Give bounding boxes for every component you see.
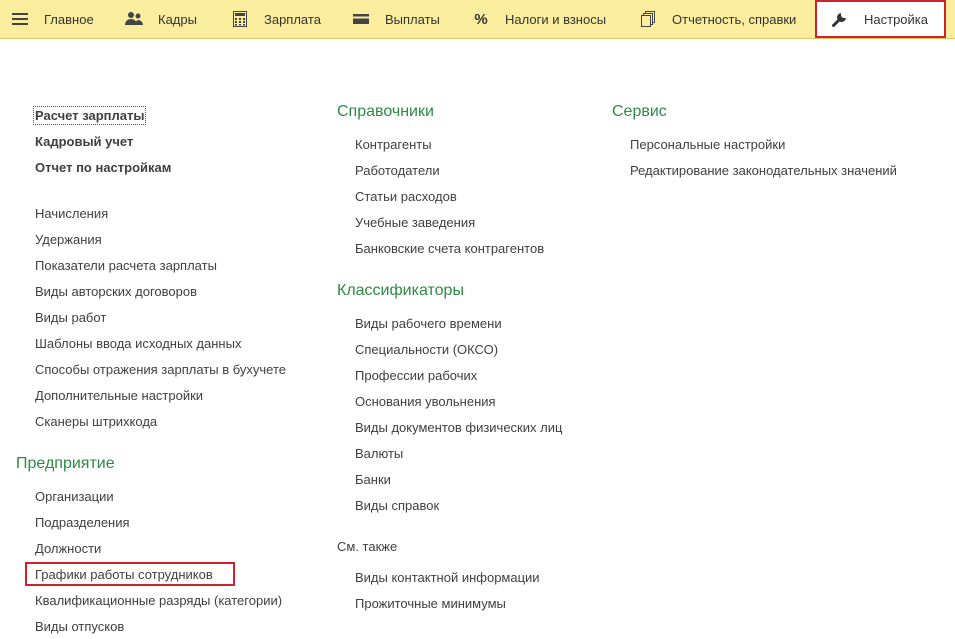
link-additional-settings[interactable]: Дополнительные настройки xyxy=(35,388,203,403)
tab-taxes[interactable]: % Налоги и взносы xyxy=(472,0,606,38)
link-specialties[interactable]: Специальности (ОКСО) xyxy=(355,342,498,357)
link-id-document-types[interactable]: Виды документов физических лиц xyxy=(355,420,562,435)
link-work-types[interactable]: Виды работ xyxy=(35,310,106,325)
link-personal-settings[interactable]: Персональные настройки xyxy=(630,137,785,152)
tab-label: Зарплата xyxy=(264,11,321,27)
tab-reports[interactable]: Отчетность, справки xyxy=(639,0,796,38)
calculator-icon xyxy=(231,10,249,28)
link-work-time-types[interactable]: Виды рабочего времени xyxy=(355,316,502,331)
menu-icon xyxy=(11,10,29,28)
link-educational-institutions[interactable]: Учебные заведения xyxy=(355,215,475,230)
tab-main[interactable]: Главное xyxy=(11,0,94,38)
link-worker-professions[interactable]: Профессии рабочих xyxy=(355,368,477,383)
link-input-templates[interactable]: Шаблоны ввода исходных данных xyxy=(35,336,241,351)
section-classifiers-title: Классификаторы xyxy=(337,282,464,299)
link-subsistence-minimums[interactable]: Прожиточные минимумы xyxy=(355,596,506,611)
link-currencies[interactable]: Валюты xyxy=(355,446,403,461)
wallet-icon xyxy=(352,10,370,28)
tab-label: Настройка xyxy=(864,11,928,27)
link-vacation-types[interactable]: Виды отпусков xyxy=(35,619,124,634)
link-expense-items[interactable]: Статьи расходов xyxy=(355,189,457,204)
link-employers[interactable]: Работодатели xyxy=(355,163,440,178)
link-qualification-grades[interactable]: Квалификационные разряды (категории) xyxy=(35,593,282,608)
link-banks[interactable]: Банки xyxy=(355,472,391,487)
tab-personnel[interactable]: Кадры xyxy=(125,0,197,38)
tab-label: Главное xyxy=(44,11,94,27)
link-certificate-types[interactable]: Виды справок xyxy=(355,498,439,513)
link-work-schedules[interactable]: Графики работы сотрудников xyxy=(35,567,213,582)
link-organizations[interactable]: Организации xyxy=(35,489,114,504)
section-service-title: Сервис xyxy=(612,103,667,120)
section-enterprise-title: Предприятие xyxy=(16,455,115,472)
documents-icon xyxy=(639,10,657,28)
link-settings-report[interactable]: Отчет по настройкам xyxy=(35,160,171,175)
percent-icon: % xyxy=(474,10,488,28)
section-see-also-title: См. также xyxy=(337,539,398,554)
link-accruals[interactable]: Начисления xyxy=(35,206,108,221)
tab-settings[interactable]: Настройка xyxy=(815,0,946,38)
link-contact-info-types[interactable]: Виды контактной информации xyxy=(355,570,540,585)
tab-label: Налоги и взносы xyxy=(505,11,607,27)
link-author-contracts[interactable]: Виды авторских договоров xyxy=(35,284,197,299)
link-hr-accounting[interactable]: Кадровый учет xyxy=(35,134,133,149)
section-references-title: Справочники xyxy=(337,103,434,120)
wrench-icon xyxy=(831,10,849,28)
top-nav-bar: Главное Кадры Зарплата Выплаты % Налоги … xyxy=(0,0,955,39)
tab-label: Кадры xyxy=(158,11,197,27)
link-salary-calc[interactable]: Расчет зарплаты xyxy=(32,106,147,125)
link-deductions[interactable]: Удержания xyxy=(35,232,102,247)
link-dismissal-grounds[interactable]: Основания увольнения xyxy=(355,394,496,409)
link-positions[interactable]: Должности xyxy=(35,541,101,556)
link-salary-accounting-methods[interactable]: Способы отражения зарплаты в бухучете xyxy=(35,362,286,377)
link-barcode-scanners[interactable]: Сканеры штрихкода xyxy=(35,414,157,429)
people-icon xyxy=(125,10,143,28)
tab-payments[interactable]: Выплаты xyxy=(352,0,440,38)
link-salary-indicators[interactable]: Показатели расчета зарплаты xyxy=(35,258,217,273)
link-counterparties[interactable]: Контрагенты xyxy=(355,137,432,152)
tab-label: Отчетность, справки xyxy=(672,11,797,27)
link-legal-values-editing[interactable]: Редактирование законодательных значений xyxy=(630,163,897,178)
link-departments[interactable]: Подразделения xyxy=(35,515,130,530)
link-counterparty-bank-accounts[interactable]: Банковские счета контрагентов xyxy=(355,241,544,256)
tab-label: Выплаты xyxy=(385,11,440,27)
tab-salary[interactable]: Зарплата xyxy=(231,0,321,38)
